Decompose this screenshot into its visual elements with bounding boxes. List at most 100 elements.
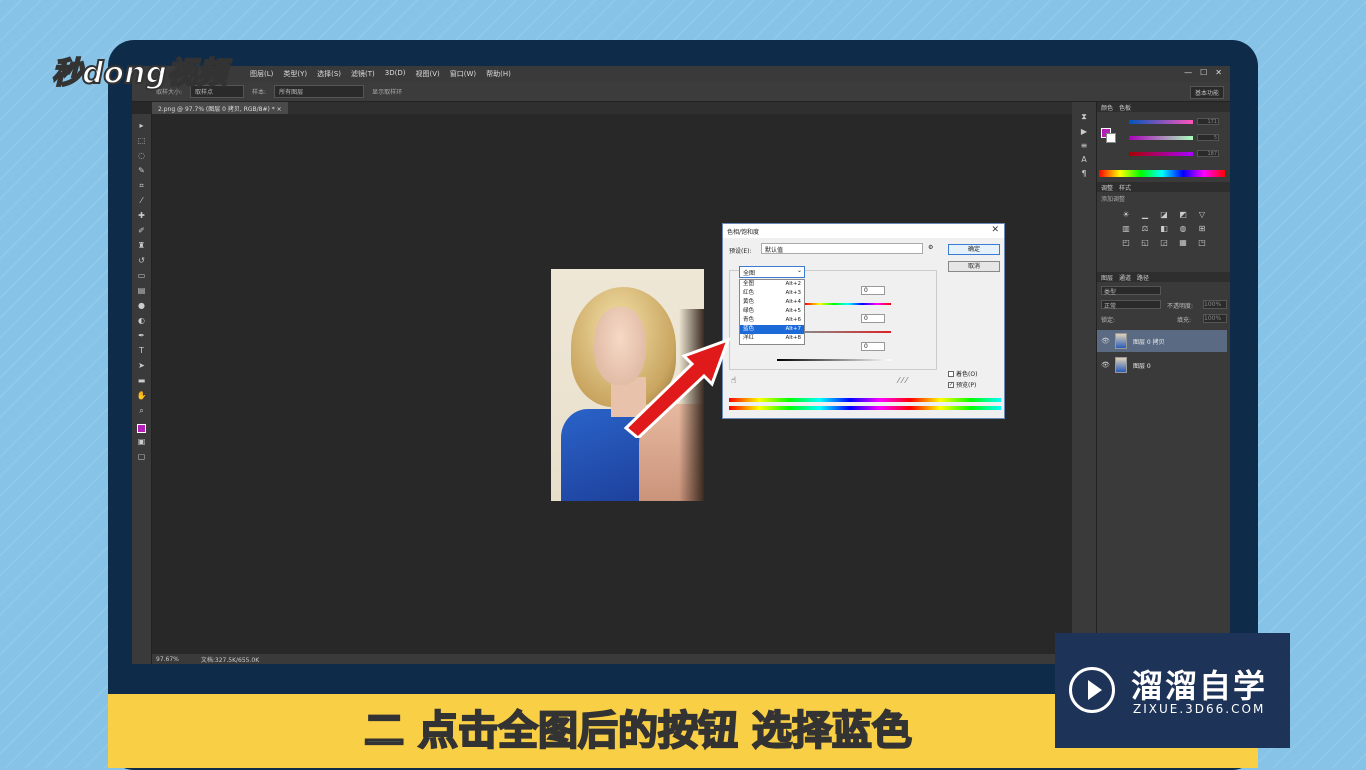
g-slider[interactable] — [1129, 136, 1193, 140]
eraser-tool-icon[interactable]: ▭ — [136, 270, 148, 282]
hue-value[interactable]: 0 — [861, 286, 885, 295]
close-icon[interactable]: ✕ — [991, 225, 999, 235]
gradient-map-icon[interactable]: ▦ — [1176, 238, 1190, 247]
menu-item[interactable]: 滤镜(T) — [351, 69, 375, 79]
panel-tab[interactable]: 通道 — [1119, 273, 1131, 282]
quick-select-tool-icon[interactable]: ✎ — [136, 165, 148, 177]
panel-tab[interactable]: 路径 — [1137, 273, 1149, 282]
posterize-icon[interactable]: ◱ — [1138, 238, 1152, 247]
character-icon[interactable]: A — [1081, 155, 1086, 164]
threshold-icon[interactable]: ◲ — [1157, 238, 1171, 247]
ok-button[interactable]: 确定 — [948, 244, 1000, 255]
properties-icon[interactable]: ≡ — [1081, 141, 1088, 150]
panel-tab[interactable]: 图层 — [1101, 273, 1113, 282]
move-tool-icon[interactable]: ▸ — [136, 120, 148, 132]
menu-item[interactable]: 3D(D) — [385, 69, 406, 79]
history-icon[interactable]: ⧗ — [1081, 112, 1087, 122]
fill-value[interactable]: 100% — [1203, 314, 1227, 323]
blur-tool-icon[interactable]: ● — [136, 300, 148, 312]
crop-tool-icon[interactable]: ⌗ — [136, 180, 148, 192]
saturation-value[interactable]: 0 — [861, 314, 885, 323]
shape-tool-icon[interactable]: ▬ — [136, 375, 148, 387]
menu-item[interactable]: 类型(Y) — [283, 69, 307, 79]
document-tab[interactable]: 2.png @ 97.7% (图层 0 拷贝, RGB/8#) * × — [152, 102, 288, 114]
channel-option[interactable]: 红色 Alt+3 — [740, 289, 804, 298]
channel-option[interactable]: 全图 Alt+2 — [740, 280, 804, 289]
quick-mask-icon[interactable]: ▣ — [136, 436, 148, 448]
hue-sat-icon[interactable]: ▥ — [1119, 224, 1133, 233]
preview-checkbox[interactable]: ✓ 预览(P) — [948, 380, 976, 389]
channel-mixer-icon[interactable]: ⊞ — [1195, 224, 1209, 233]
menu-item[interactable]: 帮助(H) — [486, 69, 511, 79]
actions-icon[interactable]: ▶ — [1081, 127, 1087, 136]
cancel-button[interactable]: 取消 — [948, 261, 1000, 272]
gear-icon[interactable]: ⚙ — [928, 244, 933, 251]
workspace-select[interactable]: 基本功能 — [1189, 86, 1224, 99]
exposure-icon[interactable]: ◩ — [1176, 210, 1190, 219]
blend-mode-select[interactable]: 正常 — [1101, 300, 1161, 310]
dodge-tool-icon[interactable]: ◐ — [136, 315, 148, 327]
panel-tab[interactable]: 色板 — [1119, 103, 1131, 112]
eyedropper-tool-icon[interactable]: ⁄ — [136, 195, 148, 207]
b-slider[interactable] — [1129, 152, 1193, 156]
chevron-down-icon[interactable]: ⌄ — [797, 267, 802, 274]
gradient-tool-icon[interactable]: ▤ — [136, 285, 148, 297]
curves-icon[interactable]: ◪ — [1157, 210, 1171, 219]
layer-row[interactable]: 👁 图层 0 — [1097, 354, 1227, 376]
b-value[interactable]: 187 — [1197, 150, 1219, 157]
zoom-tool-icon[interactable]: ⌕ — [136, 405, 148, 417]
lightness-value[interactable]: 0 — [861, 342, 885, 351]
channel-select[interactable]: 全图 ⌄ — [739, 266, 805, 278]
eye-icon[interactable]: 👁 — [1101, 337, 1110, 345]
menu-item[interactable]: 图层(L) — [250, 69, 273, 79]
panel-tab[interactable]: 颜色 — [1101, 103, 1113, 112]
lasso-tool-icon[interactable]: ◌ — [136, 150, 148, 162]
preset-select[interactable]: 默认值 — [761, 243, 923, 254]
channel-option[interactable]: 绿色 Alt+5 — [740, 307, 804, 316]
bg-swatch[interactable] — [1106, 133, 1116, 143]
brightness-icon[interactable]: ☀ — [1119, 210, 1133, 219]
eye-icon[interactable]: 👁 — [1101, 361, 1110, 369]
channel-option[interactable]: 黄色 Alt+4 — [740, 298, 804, 307]
menu-item[interactable]: 视图(V) — [415, 69, 439, 79]
layer-filter-select[interactable]: 类型 — [1101, 286, 1161, 296]
panel-tab[interactable]: 样式 — [1119, 183, 1131, 192]
color-spectrum[interactable] — [1099, 170, 1225, 177]
color-balance-icon[interactable]: ⚖ — [1138, 224, 1152, 233]
sample-select[interactable]: 所有图层 — [274, 85, 365, 98]
hue-slider[interactable] — [805, 303, 891, 305]
history-brush-icon[interactable]: ↺ — [136, 255, 148, 267]
screen-mode-icon[interactable]: ▢ — [136, 451, 148, 463]
levels-icon[interactable]: ▁ — [1138, 210, 1152, 219]
minimize-icon[interactable]: — — [1184, 68, 1192, 77]
layer-row[interactable]: 👁 图层 0 拷贝 — [1097, 330, 1227, 352]
menu-item[interactable]: 窗口(W) — [450, 69, 476, 79]
colorize-checkbox[interactable]: 着色(O) — [948, 369, 977, 378]
close-window-icon[interactable]: ✕ — [1215, 68, 1222, 77]
type-tool-icon[interactable]: T — [136, 345, 148, 357]
panel-tab[interactable]: 调整 — [1101, 183, 1113, 192]
marquee-tool-icon[interactable]: ⬚ — [136, 135, 148, 147]
path-select-icon[interactable]: ➤ — [136, 360, 148, 372]
r-slider[interactable] — [1129, 120, 1193, 124]
photo-filter-icon[interactable]: ◍ — [1176, 224, 1190, 233]
bw-icon[interactable]: ◧ — [1157, 224, 1171, 233]
invert-icon[interactable]: ◰ — [1119, 238, 1133, 247]
g-value[interactable]: 5 — [1197, 134, 1219, 141]
r-value[interactable]: 171 — [1197, 118, 1219, 125]
lightness-slider[interactable] — [777, 359, 891, 361]
stamp-tool-icon[interactable]: ♜ — [136, 240, 148, 252]
vibrance-icon[interactable]: ▽ — [1195, 210, 1209, 219]
hand-tool-icon[interactable]: ✋ — [136, 390, 148, 402]
paragraph-icon[interactable]: ¶ — [1081, 169, 1086, 178]
maximize-icon[interactable]: ☐ — [1200, 68, 1207, 77]
show-ring-checkbox[interactable]: 显示取样环 — [372, 87, 402, 96]
menu-item[interactable]: 选择(S) — [317, 69, 341, 79]
healing-tool-icon[interactable]: ✚ — [136, 210, 148, 222]
opacity-value[interactable]: 100% — [1203, 300, 1227, 309]
foreground-color-swatch[interactable] — [137, 424, 146, 433]
brush-tool-icon[interactable]: ✐ — [136, 225, 148, 237]
eyedropper-icons[interactable]: ⁄ ⁄ ⁄ — [898, 376, 907, 385]
channel-option[interactable]: 青色 Alt+6 — [740, 316, 804, 325]
saturation-slider[interactable] — [805, 331, 891, 333]
